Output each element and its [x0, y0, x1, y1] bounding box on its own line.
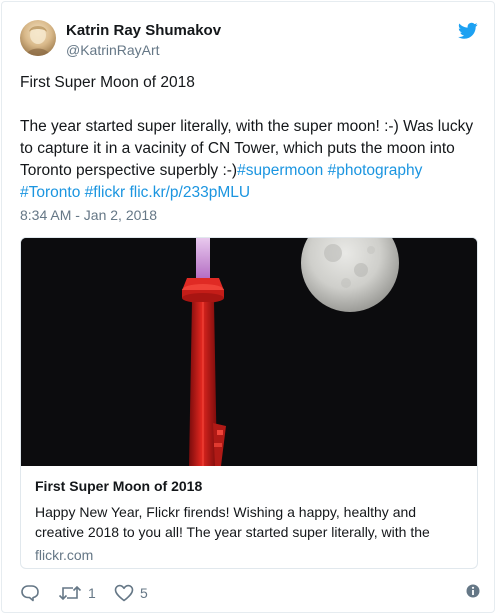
- tweet-title-line: First Super Moon of 2018: [20, 74, 195, 91]
- card-image: [21, 238, 477, 466]
- card-title: First Super Moon of 2018: [35, 478, 203, 494]
- info-icon[interactable]: [466, 584, 480, 598]
- author-handle[interactable]: @KatrinRayArt: [66, 42, 160, 58]
- card-description: Happy New Year, Flickr firends! Wishing …: [35, 504, 430, 540]
- tweet-body: The year started super literally, with t…: [20, 116, 480, 204]
- card-body: First Super Moon of 2018 Happy New Year,…: [35, 478, 465, 563]
- hashtag-supermoon[interactable]: #supermoon: [237, 162, 323, 179]
- like-button[interactable]: 5: [114, 582, 148, 604]
- hashtag-flickr[interactable]: #flickr: [85, 184, 125, 201]
- retweet-button[interactable]: 1: [58, 582, 96, 604]
- like-count: 5: [140, 585, 148, 601]
- tweet-timestamp[interactable]: 8:34 AM - Jan 2, 2018: [20, 207, 157, 223]
- tweet-url-link[interactable]: flic.kr/p/233pMLU: [129, 184, 250, 201]
- tweet-actions: 1 5: [20, 582, 482, 604]
- retweet-count: 1: [88, 585, 96, 601]
- hashtag-photography[interactable]: #photography: [328, 162, 423, 179]
- avatar[interactable]: [20, 20, 56, 56]
- tweet-embed: Katrin Ray Shumakov @KatrinRayArt First …: [1, 1, 495, 613]
- reply-icon: [21, 585, 39, 602]
- card-domain: flickr.com: [35, 547, 94, 563]
- avatar-image: [26, 26, 50, 56]
- link-card[interactable]: First Super Moon of 2018 Happy New Year,…: [20, 237, 478, 569]
- twitter-bird-icon[interactable]: [458, 22, 478, 40]
- tweet-text: First Super Moon of 2018 The year starte…: [20, 72, 480, 204]
- heart-icon: [114, 584, 134, 602]
- cn-tower-moon-photo: [21, 238, 477, 466]
- reply-button[interactable]: [20, 582, 40, 604]
- author-name[interactable]: Katrin Ray Shumakov: [66, 22, 221, 39]
- retweet-icon: [58, 585, 82, 601]
- hashtag-toronto[interactable]: #Toronto: [20, 184, 80, 201]
